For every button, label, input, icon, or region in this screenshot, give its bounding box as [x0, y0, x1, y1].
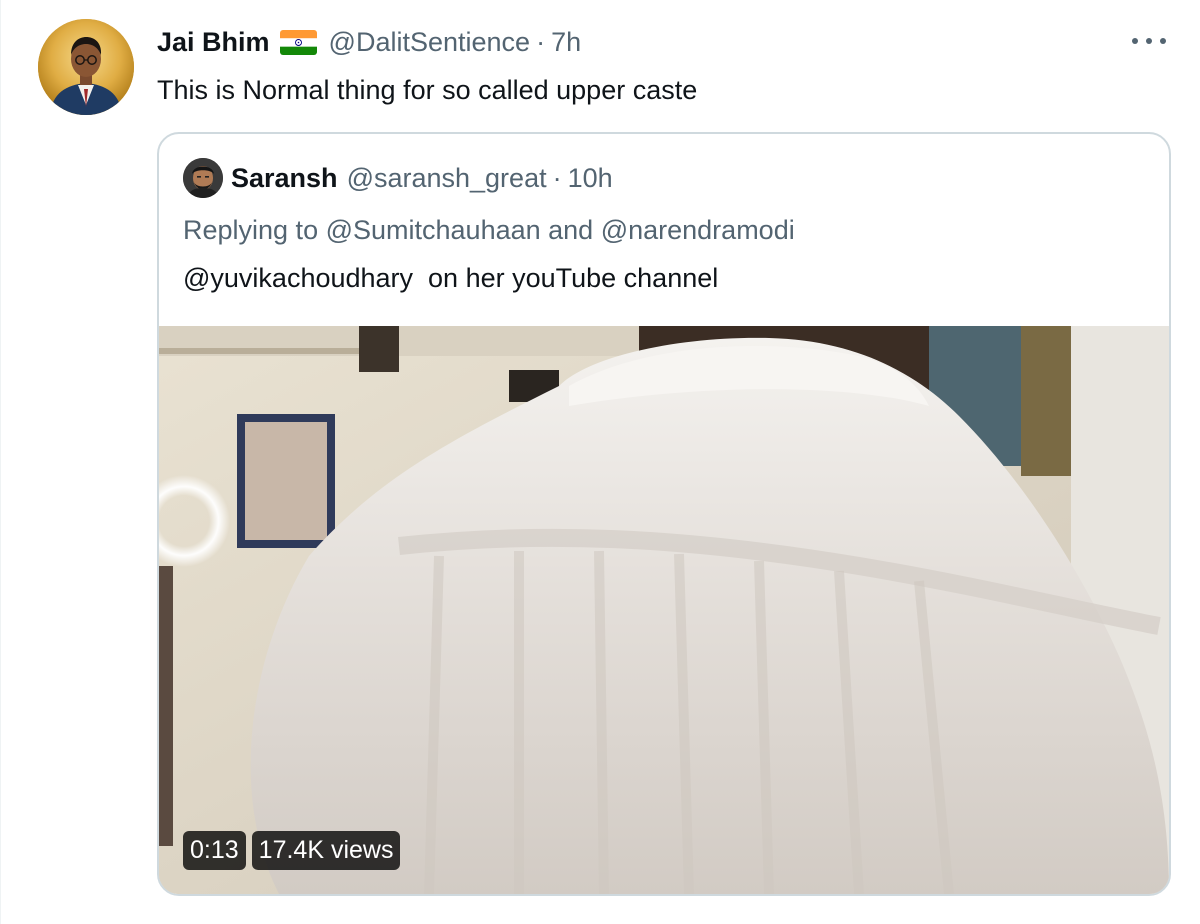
- video-overlay-badges: 0:13 17.4K views: [183, 831, 401, 870]
- quoted-tweet-card[interactable]: Saransh @saransh_great · 10h Replying to…: [157, 132, 1171, 896]
- quoted-tweet-text: @yuvikachoudhary on her youTube channel: [183, 263, 719, 293]
- reply-mention-sumitchauhaan[interactable]: @Sumitchauhaan: [326, 215, 541, 245]
- header-separator: ·: [536, 27, 546, 57]
- author-handle[interactable]: @DalitSentience: [329, 24, 531, 60]
- tweet-page: Jai Bhim @DalitSentience · 7h This is No…: [0, 0, 1200, 924]
- more-horizontal-icon[interactable]: [1132, 30, 1166, 52]
- quoted-author-display-name[interactable]: Saransh: [231, 163, 338, 194]
- quoted-tweet-header: Saransh @saransh_great · 10h: [183, 158, 613, 198]
- video-views-badge: 17.4K views: [251, 831, 401, 870]
- tweet-text: This is Normal thing for so called upper…: [157, 75, 698, 105]
- video-thumbnail: [159, 326, 1169, 894]
- tweet-timestamp[interactable]: 7h: [551, 24, 581, 60]
- replying-to-line: Replying to @Sumitchauhaan and @narendra…: [183, 212, 795, 248]
- video-duration-badge: 0:13: [183, 831, 246, 870]
- author-avatar[interactable]: [38, 19, 134, 115]
- replying-to-prefix: Replying to: [183, 215, 326, 245]
- quoted-author-avatar[interactable]: [183, 158, 223, 198]
- author-avatar-image: [38, 19, 134, 115]
- tweet-header: Jai Bhim @DalitSentience · 7h: [157, 24, 581, 60]
- video-player[interactable]: 0:13 17.4K views: [159, 326, 1169, 894]
- quoted-author-handle[interactable]: @saransh_great: [347, 163, 547, 194]
- author-display-name[interactable]: Jai Bhim: [157, 24, 270, 60]
- india-flag-icon: [279, 29, 317, 55]
- quoted-tweet-timestamp[interactable]: 10h: [568, 163, 613, 194]
- reply-mention-narendramodi[interactable]: @narendramodi: [601, 215, 795, 245]
- quoted-header-separator: ·: [552, 162, 562, 193]
- replying-to-joiner: and: [540, 215, 601, 245]
